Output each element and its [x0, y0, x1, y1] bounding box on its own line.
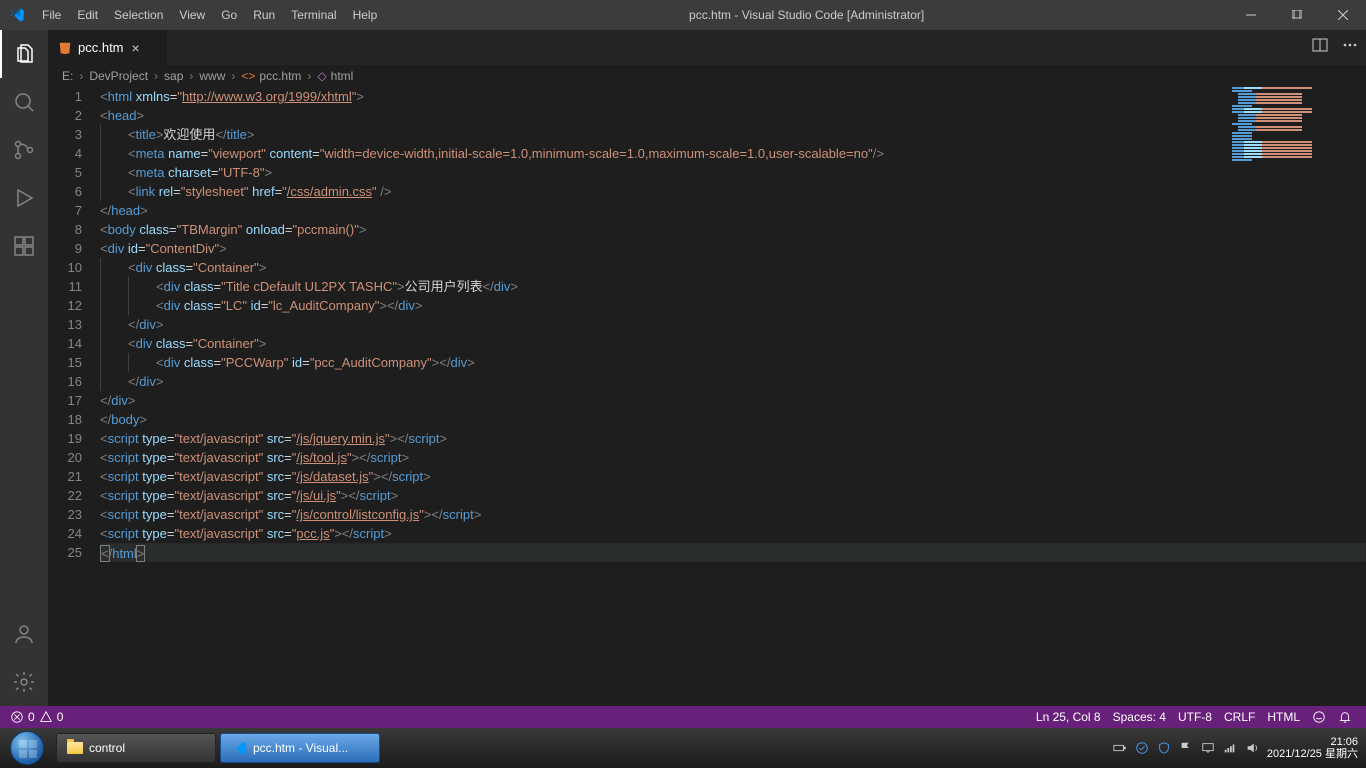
menu-file[interactable]: File [34, 0, 69, 30]
tray-flag-icon[interactable] [1179, 741, 1193, 755]
menu-selection[interactable]: Selection [106, 0, 171, 30]
vscode-icon [231, 740, 247, 756]
editor-tabs: pcc.htm × [48, 30, 1366, 65]
menu-bar: File Edit Selection View Go Run Terminal… [34, 0, 385, 30]
windows-taskbar: control pcc.htm - Visual... 21:06 2021/1… [0, 728, 1366, 768]
status-eol[interactable]: CRLF [1218, 710, 1261, 724]
crumb-drive[interactable]: E: [62, 69, 73, 83]
window-title: pcc.htm - Visual Studio Code [Administra… [385, 8, 1228, 22]
accounts-icon[interactable] [0, 610, 48, 658]
tray-security-icon[interactable] [1157, 741, 1171, 755]
system-tray[interactable]: 21:06 2021/12/25 星期六 [1113, 736, 1366, 760]
minimize-button[interactable] [1228, 0, 1274, 30]
settings-gear-icon[interactable] [0, 658, 48, 706]
explorer-icon[interactable] [0, 30, 48, 78]
start-button[interactable] [0, 728, 54, 768]
menu-view[interactable]: View [171, 0, 213, 30]
taskbar-item-vscode[interactable]: pcc.htm - Visual... [220, 733, 380, 763]
status-problems[interactable]: 0 0 [4, 710, 69, 724]
status-bar: 0 0 Ln 25, Col 8 Spaces: 4 UTF-8 CRLF HT… [0, 706, 1366, 728]
status-encoding[interactable]: UTF-8 [1172, 710, 1218, 724]
close-button[interactable] [1320, 0, 1366, 30]
extensions-icon[interactable] [0, 222, 48, 270]
menu-help[interactable]: Help [345, 0, 386, 30]
element-icon: ◇ [317, 69, 326, 83]
status-indent[interactable]: Spaces: 4 [1107, 710, 1172, 724]
crumb-devproject[interactable]: DevProject [89, 69, 148, 83]
status-language[interactable]: HTML [1261, 710, 1306, 724]
code-editor[interactable]: 1234567891011121314151617181920212223242… [48, 87, 1366, 706]
status-bell-icon[interactable] [1332, 710, 1358, 724]
tray-shield-icon[interactable] [1135, 741, 1149, 755]
tab-label: pcc.htm [78, 40, 124, 55]
html-file-icon [58, 41, 72, 55]
tab-pcc-htm[interactable]: pcc.htm × [48, 30, 168, 65]
title-bar: File Edit Selection View Go Run Terminal… [0, 0, 1366, 30]
vscode-logo-icon [0, 7, 34, 23]
activity-bar [0, 30, 48, 706]
tray-battery-icon[interactable] [1113, 741, 1127, 755]
maximize-button[interactable] [1274, 0, 1320, 30]
tray-action-center-icon[interactable] [1201, 741, 1215, 755]
tray-network-icon[interactable] [1223, 741, 1237, 755]
crumb-file[interactable]: pcc.htm [259, 69, 301, 83]
status-cursor[interactable]: Ln 25, Col 8 [1030, 710, 1107, 724]
code-content[interactable]: <html xmlns="http://www.w3.org/1999/xhtm… [100, 87, 1366, 706]
editor-area: pcc.htm × E:› DevProject› sap› www› <> p… [48, 30, 1366, 706]
crumb-element[interactable]: html [331, 69, 354, 83]
taskbar-item-explorer[interactable]: control [56, 733, 216, 763]
source-control-icon[interactable] [0, 126, 48, 174]
tray-volume-icon[interactable] [1245, 741, 1259, 755]
html-file-icon: <> [241, 69, 255, 83]
menu-edit[interactable]: Edit [69, 0, 106, 30]
menu-go[interactable]: Go [213, 0, 245, 30]
search-icon[interactable] [0, 78, 48, 126]
folder-icon [67, 742, 83, 754]
crumb-www[interactable]: www [199, 69, 225, 83]
run-debug-icon[interactable] [0, 174, 48, 222]
window-controls [1228, 0, 1366, 30]
line-numbers: 1234567891011121314151617181920212223242… [48, 87, 100, 706]
more-actions-icon[interactable] [1342, 37, 1358, 58]
tab-close-icon[interactable]: × [132, 40, 140, 56]
crumb-sap[interactable]: sap [164, 69, 183, 83]
breadcrumbs[interactable]: E:› DevProject› sap› www› <> pcc.htm› ◇ … [48, 65, 1366, 87]
menu-run[interactable]: Run [245, 0, 283, 30]
tray-clock[interactable]: 21:06 2021/12/25 星期六 [1267, 736, 1358, 760]
split-editor-icon[interactable] [1312, 37, 1328, 58]
menu-terminal[interactable]: Terminal [283, 0, 344, 30]
status-feedback-icon[interactable] [1306, 710, 1332, 724]
